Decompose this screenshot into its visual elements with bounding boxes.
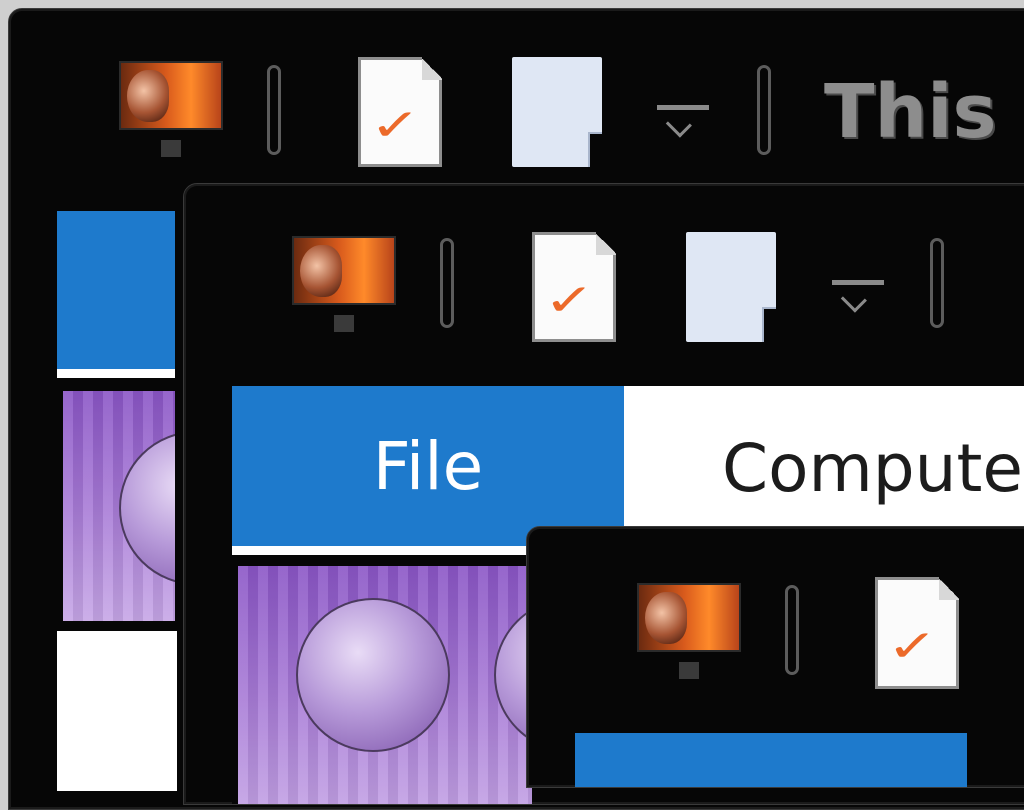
customize-dropdown-icon[interactable] (657, 105, 709, 149)
toolbar-separator (267, 65, 281, 155)
file-tab-partial[interactable] (575, 733, 967, 787)
libraries-icon (63, 391, 175, 621)
properties-icon[interactable]: ✓ (875, 577, 959, 689)
new-folder-icon[interactable] (512, 57, 602, 167)
new-folder-icon[interactable] (686, 232, 776, 342)
toolbar-separator (930, 238, 944, 328)
libraries-icon (238, 566, 532, 804)
file-tab-partial[interactable] (57, 211, 175, 378)
this-pc-icon[interactable] (637, 583, 741, 679)
window-title: This PC (824, 69, 1024, 155)
customize-dropdown-icon[interactable] (832, 280, 884, 324)
toolbar-separator (440, 238, 454, 328)
toolbar-separator (785, 585, 799, 675)
explorer-window-front: ✓ (526, 526, 1024, 788)
computer-tab[interactable]: Computer (722, 430, 1024, 507)
file-tab[interactable]: File (232, 386, 624, 555)
ribbon-tabs: File Computer (232, 386, 1024, 555)
content-pane (57, 631, 177, 791)
properties-icon[interactable]: ✓ (358, 57, 442, 167)
this-pc-icon[interactable] (119, 61, 223, 157)
properties-icon[interactable]: ✓ (532, 232, 616, 342)
toolbar-separator (757, 65, 771, 155)
navigation-pane (57, 381, 177, 631)
this-pc-icon[interactable] (292, 236, 396, 332)
